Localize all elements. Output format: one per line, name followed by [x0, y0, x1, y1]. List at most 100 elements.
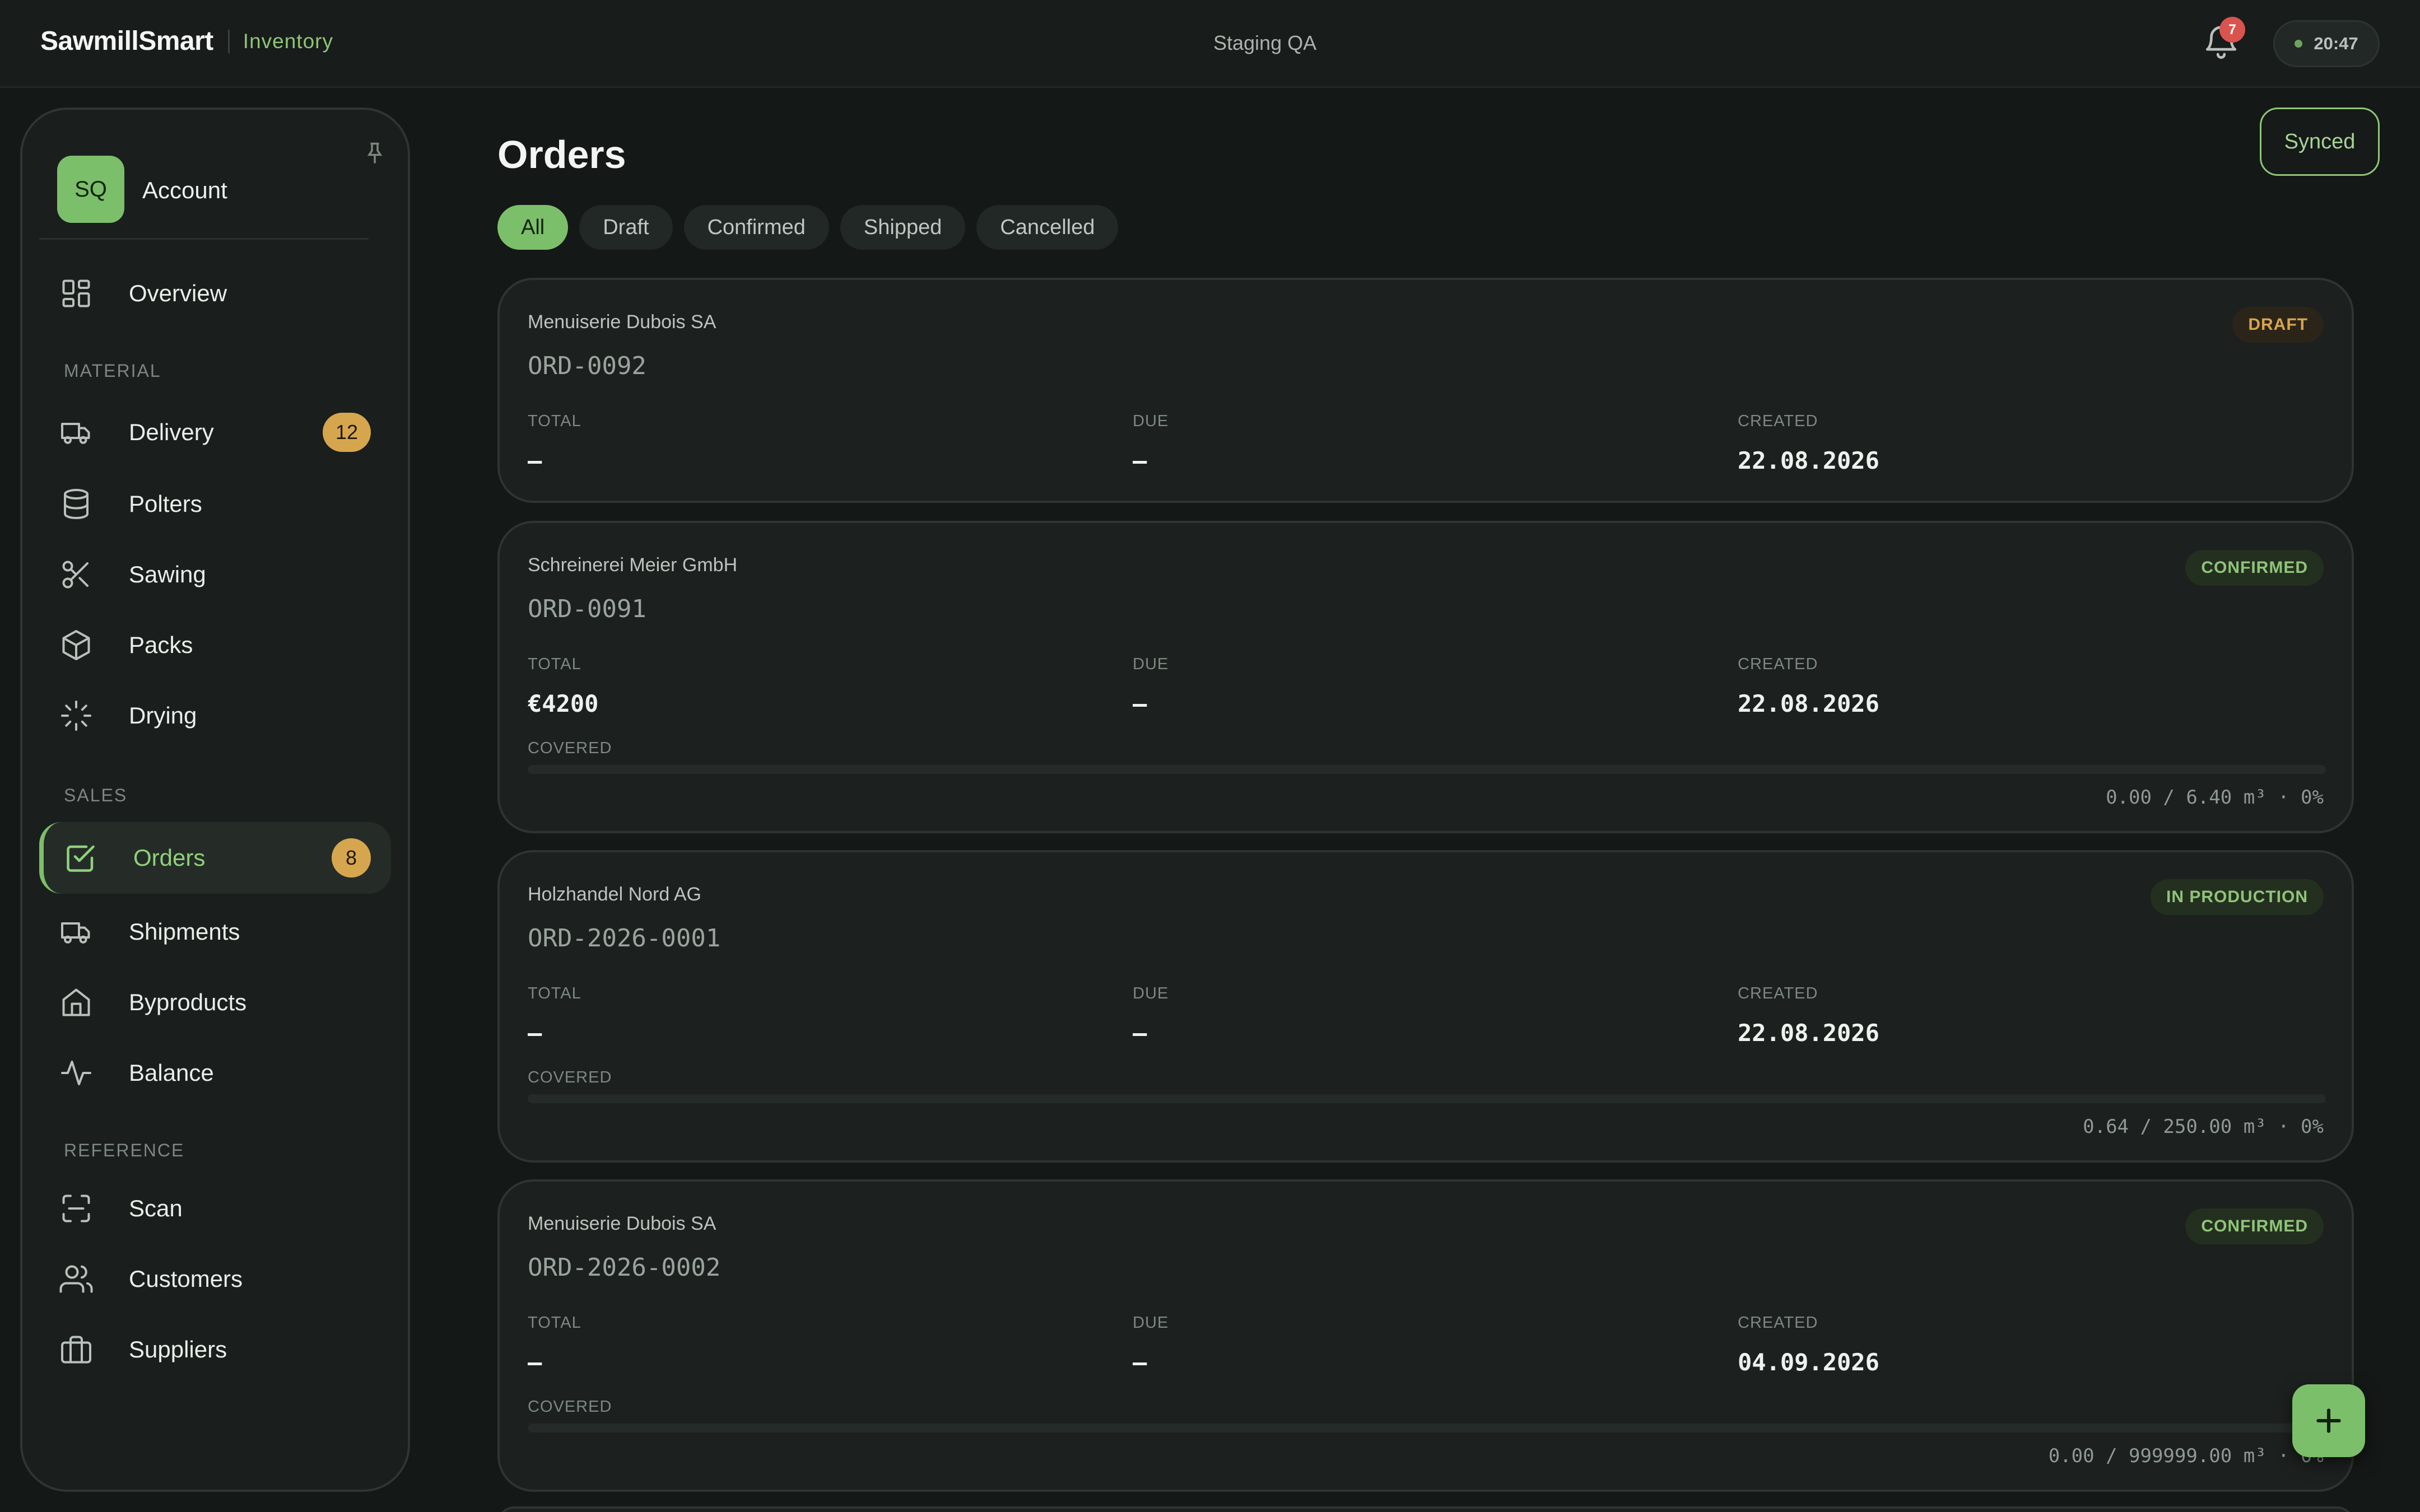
- sidebar-item-shipments[interactable]: Shipments: [39, 896, 391, 968]
- truck-icon: [61, 423, 90, 444]
- total-label: TOTAL: [528, 655, 581, 673]
- sidebar-item-label: Suppliers: [129, 1336, 227, 1362]
- sidebar-item-polters[interactable]: Polters: [39, 468, 391, 540]
- customer-name: Holzhandel Nord AG: [528, 884, 701, 905]
- log-stack-icon: [64, 489, 89, 520]
- sidebar-item-delivery[interactable]: Delivery 12: [39, 396, 391, 468]
- status-badge: CONFIRMED: [2185, 1208, 2324, 1244]
- covered-label: COVERED: [528, 1398, 612, 1416]
- sidebar-item-orders[interactable]: Orders 8: [39, 822, 391, 894]
- brand-divider: [227, 29, 230, 53]
- order-card[interactable]: Menuiserie Dubois SA ORD-2026-0002 CONFI…: [497, 1179, 2354, 1492]
- order-card[interactable]: Menuiserie Dubois SA ORD-0092 DRAFT TOTA…: [497, 278, 2354, 503]
- filter-confirmed[interactable]: Confirmed: [683, 205, 829, 250]
- customer-name: Menuiserie Dubois SA: [528, 311, 716, 333]
- sidebar-item-balance[interactable]: Balance: [39, 1037, 391, 1109]
- scissors-icon: [62, 561, 89, 589]
- sidebar-item-label: Drying: [129, 702, 197, 729]
- created-value: 04.09.2026: [1738, 1348, 1879, 1376]
- dashboard-icon: [62, 279, 90, 307]
- due-value: —: [1133, 447, 1147, 474]
- total-value: —: [528, 1019, 542, 1047]
- avatar: SQ: [57, 156, 124, 223]
- clock-time: 20:47: [2314, 34, 2358, 53]
- sync-status-button[interactable]: Synced: [2260, 108, 2380, 176]
- sidebar-item-label: Sawing: [129, 561, 206, 587]
- sidebar-item-label: Scan: [129, 1195, 183, 1221]
- briefcase-icon: [61, 1336, 91, 1364]
- module-name: Inventory: [243, 29, 333, 53]
- brand[interactable]: SawmillSmart Inventory: [40, 26, 333, 57]
- coverage-text: 0.00 / 999999.00 m³ · 0%: [2048, 1445, 2324, 1467]
- sidebar-item-customers[interactable]: Customers: [39, 1243, 391, 1315]
- sidebar-item-byproducts[interactable]: Byproducts: [39, 967, 391, 1038]
- status-filter-tabs: All Draft Confirmed Shipped Cancelled: [497, 205, 1119, 250]
- account-section[interactable]: SQ Account: [39, 156, 369, 240]
- due-label: DUE: [1133, 412, 1169, 430]
- sidebar-item-label: Customers: [129, 1266, 243, 1292]
- coverage-text: 0.00 / 6.40 m³ · 0%: [2106, 786, 2324, 809]
- order-id: ORD-2026-0002: [528, 1253, 721, 1282]
- sidebar-item-label: Shipments: [129, 918, 240, 945]
- sidebar-item-label: Balance: [129, 1060, 214, 1086]
- brand-name: SawmillSmart: [40, 26, 213, 56]
- total-label: TOTAL: [528, 1314, 581, 1332]
- created-value: 22.08.2026: [1738, 690, 1879, 717]
- order-card-partial[interactable]: [497, 1506, 2354, 1512]
- section-material: MATERIAL: [64, 361, 161, 381]
- users-icon: [59, 1265, 93, 1293]
- created-label: CREATED: [1738, 655, 1818, 673]
- customer-name: Menuiserie Dubois SA: [528, 1213, 716, 1234]
- created-value: 22.08.2026: [1738, 1019, 1879, 1047]
- total-label: TOTAL: [528, 984, 581, 1002]
- order-card[interactable]: Schreinerei Meier GmbH ORD-0091 CONFIRME…: [497, 521, 2354, 833]
- due-label: DUE: [1133, 655, 1169, 673]
- add-order-button[interactable]: [2292, 1384, 2365, 1457]
- filter-shipped[interactable]: Shipped: [840, 205, 966, 250]
- order-id: ORD-0091: [528, 595, 646, 623]
- due-value: —: [1133, 1019, 1147, 1047]
- due-label: DUE: [1133, 984, 1169, 1002]
- notification-count-badge: 7: [2219, 17, 2245, 43]
- total-value: —: [528, 1348, 542, 1376]
- sidebar-item-label: Packs: [129, 632, 193, 658]
- filter-draft[interactable]: Draft: [579, 205, 673, 250]
- due-value: —: [1133, 690, 1147, 717]
- pin-icon[interactable]: [366, 142, 383, 165]
- checkbox-icon: [67, 845, 95, 872]
- scan-icon: [62, 1194, 90, 1222]
- filter-cancelled[interactable]: Cancelled: [976, 205, 1119, 250]
- status-dot: [2295, 40, 2303, 48]
- sidebar-item-scan[interactable]: Scan: [39, 1173, 391, 1244]
- sidebar-item-label: Delivery: [129, 419, 214, 445]
- sidebar-item-label: Byproducts: [129, 989, 247, 1015]
- covered-label: COVERED: [528, 739, 612, 757]
- coverage-text: 0.64 / 250.00 m³ · 0%: [2083, 1116, 2324, 1138]
- created-label: CREATED: [1738, 412, 1818, 430]
- filter-all[interactable]: All: [497, 205, 569, 250]
- sidebar-item-suppliers[interactable]: Suppliers: [39, 1314, 391, 1385]
- coverage-progress-bar: [528, 765, 2326, 774]
- environment-label: Staging QA: [1213, 31, 1317, 54]
- status-badge: CONFIRMED: [2185, 550, 2324, 586]
- created-label: CREATED: [1738, 984, 1818, 1002]
- account-label: Account: [142, 177, 227, 203]
- connection-clock: 20:47: [2273, 20, 2380, 67]
- sidebar-item-label: Orders: [133, 844, 206, 871]
- coverage-progress-bar: [528, 1424, 2326, 1432]
- box-icon: [62, 630, 90, 660]
- order-card[interactable]: Holzhandel Nord AG ORD-2026-0001 IN PROD…: [497, 850, 2354, 1163]
- sidebar-item-drying[interactable]: Drying: [39, 680, 391, 752]
- due-label: DUE: [1133, 1314, 1169, 1332]
- sidebar-item-sawing[interactable]: Sawing: [39, 539, 391, 610]
- total-value: —: [528, 447, 542, 474]
- section-sales: SALES: [64, 785, 128, 805]
- status-badge: DRAFT: [2232, 307, 2324, 343]
- sidebar-item-overview[interactable]: Overview: [39, 258, 391, 329]
- total-value: €4200: [528, 690, 599, 717]
- count-badge: 8: [332, 838, 371, 878]
- sidebar-item-packs[interactable]: Packs: [39, 609, 391, 681]
- order-id: ORD-0092: [528, 352, 646, 380]
- truck-icon: [61, 922, 90, 944]
- status-badge: IN PRODUCTION: [2151, 879, 2324, 915]
